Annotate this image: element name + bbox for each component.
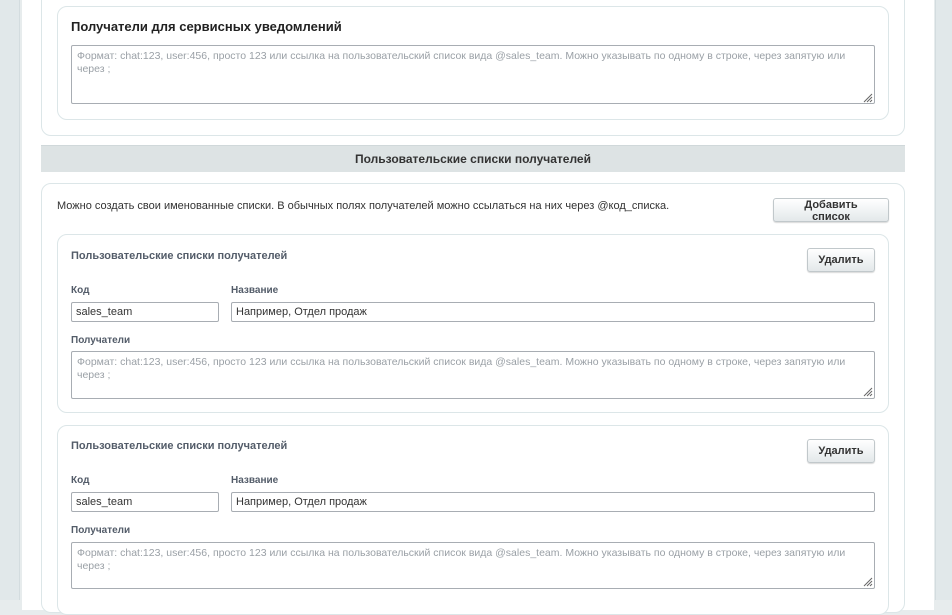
name-label: Название	[231, 475, 279, 486]
custom-lists-hint: Можно создать свои именованные списки. В…	[57, 200, 670, 212]
service-recipients-title: Получатели для сервисных уведомлений	[71, 19, 342, 34]
recipients-label: Получатели	[71, 525, 131, 536]
resize-grip-icon[interactable]	[862, 576, 873, 587]
section-header: Пользовательские списки получателей	[41, 145, 905, 172]
recipients-label: Получатели	[71, 335, 131, 346]
name-input[interactable]	[231, 302, 875, 322]
recipients-field[interactable]	[71, 542, 875, 589]
code-label: Код	[71, 285, 90, 296]
code-input[interactable]	[71, 302, 219, 322]
name-input[interactable]	[231, 492, 875, 512]
resize-grip-icon[interactable]	[862, 92, 873, 103]
code-label: Код	[71, 475, 90, 486]
delete-list-button[interactable]: Удалить	[807, 439, 875, 463]
custom-list-title: Пользовательские списки получателей	[71, 250, 288, 262]
custom-list-title: Пользовательские списки получателей	[71, 440, 288, 452]
add-list-button[interactable]: Добавить список	[773, 198, 889, 223]
page-right-gutter	[935, 0, 952, 600]
service-recipients-field[interactable]	[71, 45, 875, 104]
code-input[interactable]	[71, 492, 219, 512]
delete-list-button[interactable]: Удалить	[807, 248, 875, 272]
recipients-field[interactable]	[71, 351, 875, 399]
resize-grip-icon[interactable]	[862, 386, 873, 397]
page-left-gutter	[0, 0, 20, 600]
name-label: Название	[231, 285, 279, 296]
